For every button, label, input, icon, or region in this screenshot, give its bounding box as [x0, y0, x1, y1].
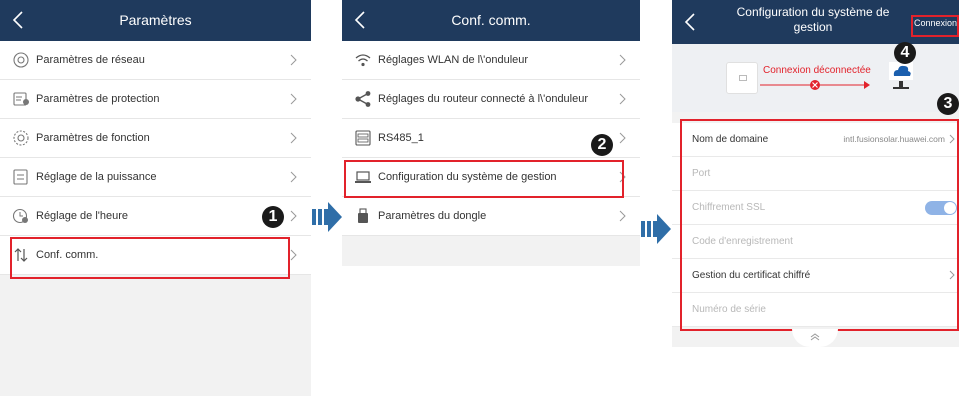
comm-config-header: Conf. comm. — [342, 0, 640, 41]
step-arrow-icon — [641, 214, 671, 244]
step-badge-1: 1 — [262, 206, 284, 228]
menu-item-label: Réglages du routeur connecté à l\'ondule… — [378, 93, 589, 105]
chevron-right-icon — [619, 210, 626, 222]
chevron-right-icon — [290, 54, 297, 66]
highlight-box — [10, 237, 290, 279]
page-title-line2: gestion — [793, 20, 833, 34]
menu-item-label: Réglage de l'heure — [36, 210, 129, 222]
page-title: Paramètres — [119, 12, 192, 28]
connection-status-area: Connexion déconnectée 4 — [672, 42, 959, 112]
page-title: Conf. comm. — [451, 12, 531, 28]
chevron-right-icon — [290, 171, 297, 183]
step-badge-2: 2 — [591, 134, 613, 156]
protection-settings-icon — [13, 92, 29, 106]
back-icon[interactable] — [10, 10, 28, 30]
step-arrow-icon — [312, 202, 342, 232]
settings-panel: Paramètres Paramètres de réseau Paramètr… — [0, 0, 311, 396]
menu-item-power[interactable]: Réglage de la puissance — [0, 158, 311, 197]
collapse-handle[interactable] — [792, 329, 838, 347]
menu-item-protection[interactable]: Paramètres de protection — [0, 80, 311, 119]
step-badge-4: 4 — [894, 42, 916, 64]
chevron-right-icon — [290, 210, 297, 222]
page-title-line1: Configuration du système de — [736, 5, 890, 19]
dongle-icon — [358, 208, 368, 223]
chevron-right-icon — [290, 132, 297, 144]
menu-item-function[interactable]: Paramètres de fonction — [0, 119, 311, 158]
chevron-right-icon — [619, 93, 626, 105]
wifi-icon — [355, 54, 371, 67]
settings-header: Paramètres — [0, 0, 311, 41]
menu-item-wlan[interactable]: Réglages WLAN de l\'onduleur — [342, 41, 640, 80]
double-chevron-up-icon — [810, 333, 820, 341]
menu-item-label: Paramètres de réseau — [36, 54, 145, 66]
comm-config-panel: Conf. comm. Réglages WLAN de l\'onduleur… — [342, 0, 640, 266]
power-adjust-icon — [13, 169, 28, 185]
disconnected-line-icon — [760, 80, 870, 90]
menu-item-network[interactable]: Paramètres de réseau — [0, 41, 311, 80]
network-settings-icon — [13, 52, 29, 68]
share-icon — [355, 91, 371, 107]
menu-item-label: Réglage de la puissance — [36, 171, 157, 183]
inverter-icon — [726, 62, 758, 94]
menu-item-label: Réglages WLAN de l\'onduleur — [378, 54, 529, 66]
highlight-box — [911, 15, 959, 37]
connection-status-text: Connexion déconnectée — [763, 65, 871, 76]
chevron-right-icon — [290, 93, 297, 105]
rs485-icon — [355, 130, 371, 146]
menu-item-label: Paramètres du dongle — [378, 210, 487, 222]
menu-item-dongle[interactable]: Paramètres du dongle — [342, 197, 640, 236]
highlight-box — [680, 119, 959, 331]
menu-item-label: Paramètres de protection — [36, 93, 160, 105]
page-title: Configuration du système de gestion — [728, 5, 898, 35]
time-settings-icon — [12, 208, 28, 224]
chevron-right-icon — [290, 249, 297, 261]
back-icon[interactable] — [352, 10, 370, 30]
management-system-panel: Configuration du système de gestion Conn… — [672, 0, 959, 347]
back-icon[interactable] — [682, 12, 700, 32]
chevron-right-icon — [619, 132, 626, 144]
menu-item-label: Paramètres de fonction — [36, 132, 150, 144]
step-badge-3: 3 — [937, 93, 959, 115]
chevron-right-icon — [619, 54, 626, 66]
menu-item-label: RS485_1 — [378, 132, 424, 144]
function-settings-icon — [13, 130, 29, 146]
menu-item-router[interactable]: Réglages du routeur connecté à l\'ondule… — [342, 80, 640, 119]
highlight-box — [344, 160, 624, 198]
